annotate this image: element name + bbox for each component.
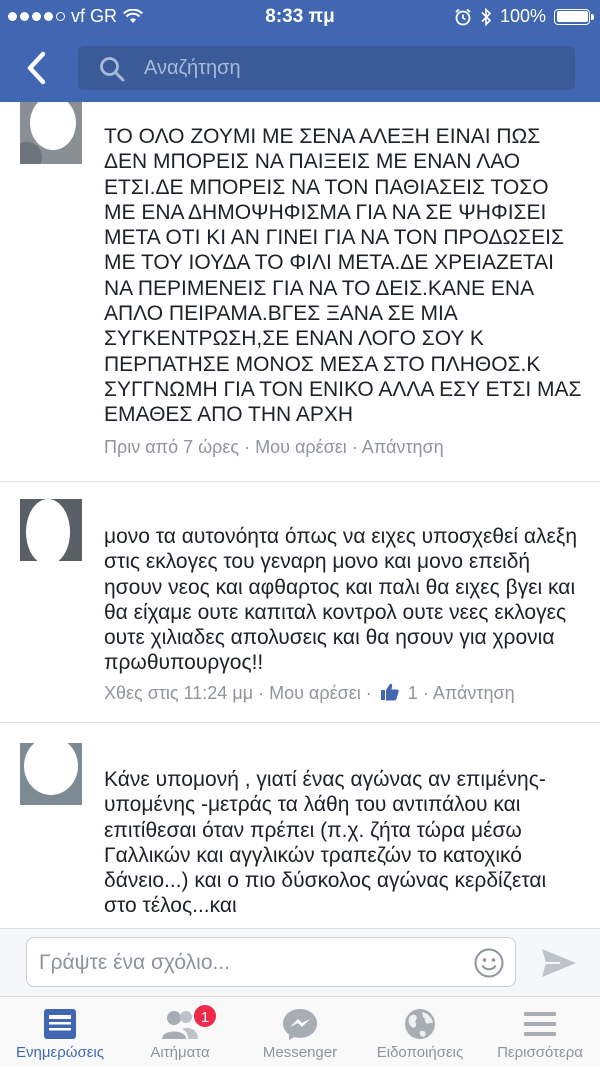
comment-composer: Γράψτε ένα σχόλιο... [0,928,600,996]
tab-label: Αιτήματα [150,1044,210,1061]
thumbs-up-icon [380,683,399,701]
tab-label: Ενημερώσεις [16,1044,104,1061]
tab-news-feed[interactable]: Ενημερώσεις [0,997,120,1067]
comment-placeholder: Γράψτε ένα σχόλιο... [39,951,230,974]
tab-label: Messenger [262,1044,338,1061]
separator: · [365,683,377,703]
comment-item: μονο τα αυτονόητα όπως να ειχες υποσχεθε… [0,482,600,722]
battery-icon [554,8,594,25]
comment-text: μονο τα αυτονόητα όπως να ειχες υποσχεθε… [104,525,577,675]
back-button[interactable] [18,48,58,88]
comment-input[interactable]: Γράψτε ένα σχόλιο... [26,937,516,987]
chevron-left-icon [27,51,46,85]
tab-label: Περισσότερα [497,1044,583,1061]
send-icon[interactable] [540,947,578,979]
comments-list[interactable]: ΤΟ ΟΛΟ ΖΟΥΜΙ ΜΕ ΣΕΝΑ ΑΛΕΞΗ ΕΙΝΑΙ ΠΩΣ ΔΕΝ… [0,102,600,936]
comment-item: ΤΟ ΟΛΟ ΖΟΥΜΙ ΜΕ ΣΕΝΑ ΑΛΕΞΗ ΕΙΝΑΙ ΠΩΣ ΔΕΝ… [0,102,600,484]
avatar[interactable] [20,499,82,561]
bluetooth-icon [481,7,492,26]
separator: · [351,437,362,457]
like-count: 1 [407,683,418,703]
status-right: 100% [454,6,594,27]
search-placeholder: Αναζήτηση [144,57,241,79]
reply-link[interactable]: Απάντηση [433,683,515,703]
tab-notifications[interactable]: Ειδοποιήσεις [360,997,480,1067]
comment-item: Κάνε υπομονή , γιατί ένας αγώνας αν επιμ… [0,723,600,936]
avatar[interactable] [20,743,82,805]
tab-bar: Ενημερώσεις 1 Αιτήματα Messenger Ειδοποι… [0,996,600,1067]
reply-link[interactable]: Απάντηση [362,437,444,457]
comment-time: Χθες στις 11:24 μμ [104,683,254,703]
news-feed-icon [44,1009,76,1039]
search-icon [100,57,125,82]
separator: · [258,683,270,703]
tab-more[interactable]: Περισσότερα [480,997,600,1067]
separator: · [244,437,256,457]
like-link[interactable]: Μου αρέσει [255,437,347,457]
menu-icon [524,1012,556,1036]
tab-label: Ειδοποιήσεις [376,1044,464,1061]
redacted-name [96,102,260,108]
search-input[interactable]: Αναζήτηση [78,46,575,90]
emoji-icon[interactable] [473,947,505,979]
alarm-icon [455,8,471,25]
top-bar: vf GR 8:33 πμ 100% Αναζήτηση [0,0,600,102]
battery-label: 100% [499,6,546,26]
messenger-icon [283,1009,317,1040]
comment-meta: Πριν από 7 ώρες · Μου αρέσει · Απάντηση [104,437,444,458]
comment-meta: Χθες στις 11:24 μμ · Μου αρέσει · 1 · Απ… [104,682,515,704]
comment-text: ΤΟ ΟΛΟ ΖΟΥΜΙ ΜΕ ΣΕΝΑ ΑΛΕΞΗ ΕΙΝΑΙ ΠΩΣ ΔΕΝ… [104,125,582,427]
status-bar: vf GR 8:33 πμ 100% [0,0,600,34]
globe-icon [405,1009,435,1039]
like-link[interactable]: Μου αρέσει [269,683,361,703]
comment-time: Πριν από 7 ώρες [104,437,240,457]
tab-messenger[interactable]: Messenger [240,997,360,1067]
notification-badge: 1 [192,1003,218,1029]
comment-text: Κάνε υπομονή , γιατί ένας αγώνας αν επιμ… [104,768,547,918]
tab-requests[interactable]: 1 Αιτήματα [120,997,240,1067]
avatar[interactable] [20,102,82,164]
separator: · [422,683,433,703]
